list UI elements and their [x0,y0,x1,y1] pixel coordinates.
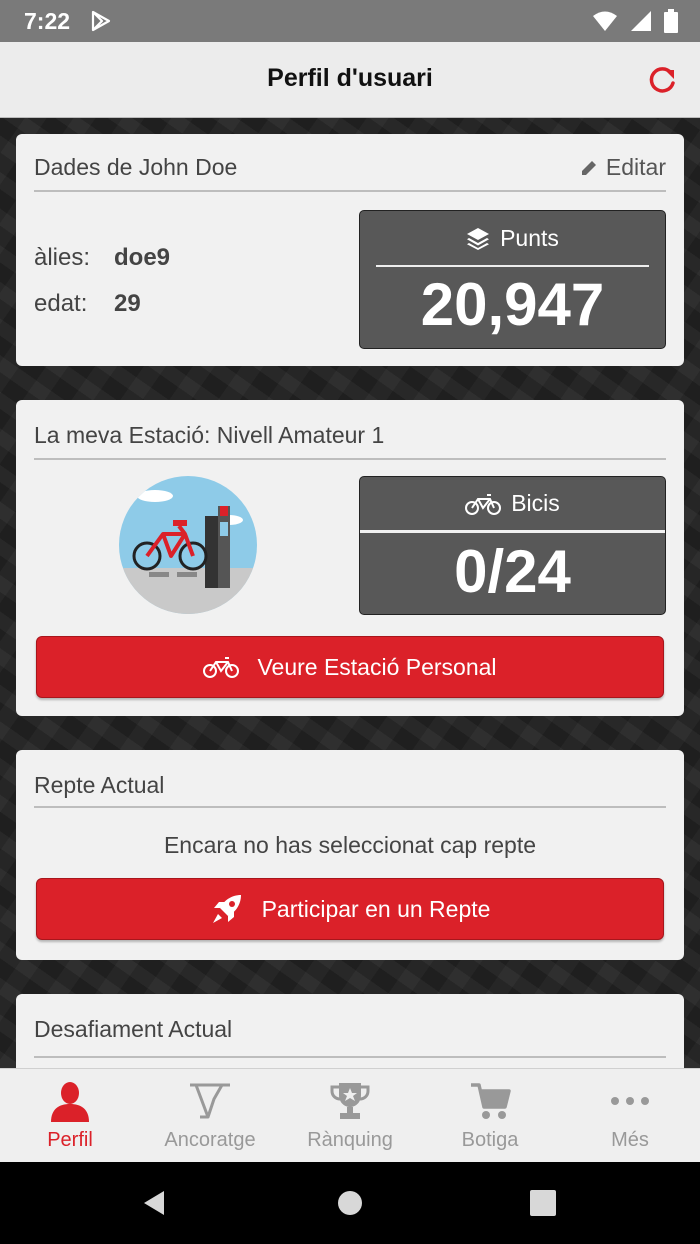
bottom-nav: Perfil Ancoratge Rànquing Botiga Més [0,1068,700,1162]
view-station-label: Veure Estació Personal [257,653,497,680]
divider [34,190,666,192]
nav-item-ranquing[interactable]: Rànquing [280,1069,420,1163]
page-title: Perfil d'usuari [267,64,433,92]
view-station-button[interactable]: Veure Estació Personal [36,636,664,698]
station-card-heading: La meva Estació: Nivell Amateur 1 [34,422,385,448]
play-store-icon [90,9,114,33]
person-icon [47,1079,93,1123]
more-icon [607,1079,653,1123]
points-label: Punts [500,224,559,251]
nav-label: Perfil [47,1129,93,1151]
user-card: Dades de John Doe Editar àlies: doe9 eda… [16,134,684,366]
join-challenge-button[interactable]: Participar en un Repte [36,878,664,940]
challenge-card-heading: Repte Actual [34,772,165,798]
divider [34,458,666,460]
signal-icon [630,10,652,37]
alias-label: àlies: [34,244,91,271]
bike-icon [203,657,240,678]
nav-item-ancoratge[interactable]: Ancoratge [140,1069,280,1163]
edit-button[interactable]: Editar [580,154,666,181]
bike-icon [465,493,502,515]
station-card: La meva Estació: Nivell Amateur 1 Bicis … [16,400,684,716]
battery-icon [664,9,678,38]
status-time: 7:22 [24,8,71,34]
points-box: Punts 20,947 [359,210,666,349]
system-nav-bar [0,1162,700,1244]
points-value: 20,947 [420,271,605,338]
join-challenge-label: Participar en un Repte [261,895,491,922]
cart-icon [467,1079,513,1123]
defiance-card-heading: Desafiament Actual [34,1016,233,1042]
station-illustration [119,476,257,619]
rocket-icon [212,895,241,923]
nav-label: Més [611,1129,649,1151]
nav-label: Rànquing [307,1129,393,1151]
refresh-button[interactable] [644,62,680,98]
recents-button[interactable] [530,1190,556,1221]
age-value: 29 [114,290,141,317]
layers-icon [467,228,490,250]
user-card-heading: Dades de John Doe [34,154,238,180]
age-label: edat: [34,290,88,317]
nav-label: Botiga [461,1129,519,1151]
home-icon [338,1191,362,1215]
home-button[interactable] [336,1189,364,1222]
profile-content[interactable]: Dades de John Doe Editar àlies: doe9 eda… [0,118,700,1068]
bikes-value: 0/24 [454,538,571,605]
status-bar: 7:22 [0,0,700,42]
back-icon [144,1191,164,1215]
wifi-icon [592,10,618,37]
no-challenge-message: Encara no has seleccionat cap repte [163,832,537,858]
divider [34,1056,666,1058]
edit-label: Editar [605,154,666,180]
app-bar: Perfil d'usuari [0,42,700,118]
nav-label: Ancoratge [164,1129,256,1151]
trophy-icon [327,1079,373,1123]
nav-item-perfil[interactable]: Perfil [0,1069,140,1163]
nav-item-mes[interactable]: Més [560,1069,700,1163]
recents-icon [530,1190,556,1216]
bikes-box: Bicis 0/24 [359,476,666,615]
bikes-label: Bicis [511,490,560,516]
defiance-card: Desafiament Actual [16,994,684,1068]
alias-value: doe9 [114,244,171,271]
back-button[interactable] [140,1189,168,1222]
refresh-icon [649,67,675,93]
pencil-icon [581,160,596,175]
nav-item-botiga[interactable]: Botiga [420,1069,560,1163]
divider [34,806,666,808]
challenge-card: Repte Actual Encara no has seleccionat c… [16,750,684,960]
dock-icon [187,1079,233,1123]
